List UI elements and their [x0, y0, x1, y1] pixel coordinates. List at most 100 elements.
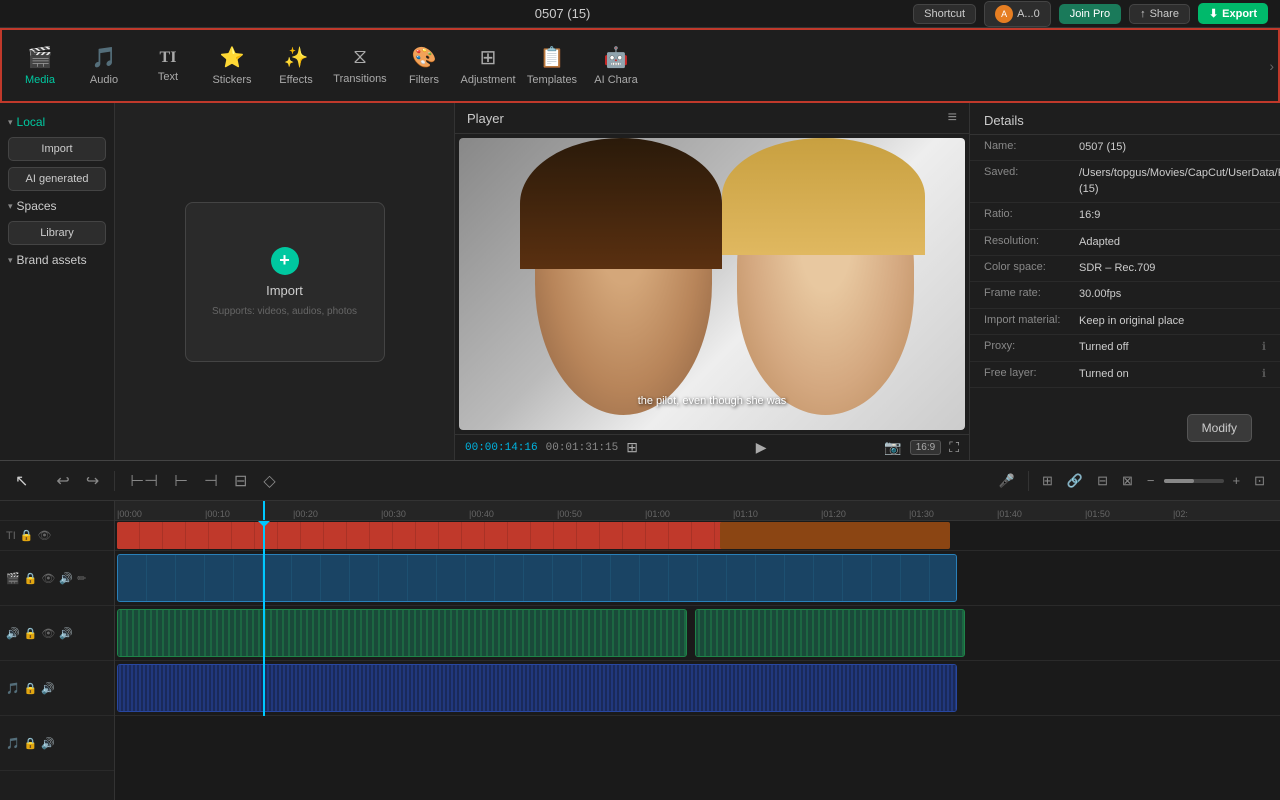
ruler-tick-9: |01:30 — [907, 501, 934, 521]
undo-button[interactable]: ↩ — [51, 468, 74, 494]
toolbar-item-audio[interactable]: 🎵 Audio — [74, 33, 134, 98]
timeline-main: TI 🔒 👁 🎬 🔒 👁 🔊 ✏ 🔊 🔒 👁 🔊 🎵 — [0, 501, 1280, 800]
video-edit-icon[interactable]: ✏ — [77, 572, 86, 585]
audio-track-2 — [115, 661, 1280, 716]
fullscreen-icon[interactable]: ⛶ — [949, 439, 959, 456]
trim-left-tool[interactable]: ⊢ — [169, 468, 193, 494]
zoom-slider[interactable] — [1164, 479, 1224, 483]
proxy-info-icon[interactable]: ℹ — [1262, 340, 1266, 353]
toolbar-item-effects[interactable]: ✨ Effects — [266, 33, 326, 98]
ruler-label-12: |02: — [1171, 509, 1188, 519]
play-button[interactable]: ▶ — [756, 439, 767, 456]
sidebar-item-local[interactable]: ▾ Local — [0, 111, 114, 133]
audio1-vol-icon[interactable]: 🔊 — [59, 627, 73, 640]
detail-label-ratio: Ratio: — [984, 208, 1079, 220]
text-eye-icon[interactable]: 👁 — [37, 529, 51, 542]
join-pro-button[interactable]: Join Pro — [1059, 4, 1121, 24]
player-menu-icon[interactable]: ≡ — [948, 109, 957, 127]
ungroup-tool[interactable]: ⊠ — [1117, 470, 1138, 492]
details-spacer — [970, 388, 1280, 406]
freelayer-info-icon[interactable]: ℹ — [1262, 367, 1266, 380]
ruler-tick-4: |00:40 — [467, 501, 494, 521]
audio-clip-2[interactable] — [117, 664, 957, 712]
toolbar-item-stickers[interactable]: ⭐ Stickers — [202, 33, 262, 98]
modify-btn-container: Modify — [970, 406, 1280, 460]
delete-tool[interactable]: ⊟ — [229, 468, 252, 494]
project-title: 0507 (15) — [535, 6, 591, 21]
ai-generated-button[interactable]: AI generated — [8, 167, 106, 191]
account-button[interactable]: A A...0 — [984, 1, 1051, 27]
timeline-toolbar: ↖ ↩ ↪ ⊢⊣ ⊢ ⊣ ⊟ ◇ 🎤 ⊞ 🔗 ⊟ ⊠ − + ⊡ — [0, 461, 1280, 501]
group-tool[interactable]: ⊟ — [1092, 470, 1113, 492]
audio2-vol-icon[interactable]: 🔊 — [41, 682, 55, 695]
magnetic-tool[interactable]: ⊞ — [1037, 470, 1058, 492]
ruler-label-4: |00:40 — [467, 509, 494, 519]
video-track — [115, 551, 1280, 606]
import-label: Import — [266, 283, 303, 298]
local-label: Local — [17, 115, 46, 129]
screenshot-icon[interactable]: 📷 — [884, 439, 901, 456]
audio1-eye-icon[interactable]: 👁 — [41, 627, 55, 640]
grid-view-icon[interactable]: ⊞ — [626, 439, 638, 456]
tracks-container — [115, 521, 1280, 716]
detail-row-proxy: Proxy: Turned off ℹ — [970, 335, 1280, 361]
trim-right-tool[interactable]: ⊣ — [199, 468, 223, 494]
toolbar-label-filters: Filters — [409, 74, 439, 86]
toolbar-item-filters[interactable]: 🎨 Filters — [394, 33, 454, 98]
link-tool[interactable]: 🔗 — [1062, 470, 1088, 492]
import-button[interactable]: Import — [8, 137, 106, 161]
timeline-content: |00:00 |00:10 |00:20 |00:30 |00:40 |00:5… — [115, 501, 1280, 800]
toolbar-scroll-arrow[interactable]: › — [1269, 58, 1274, 74]
import-area[interactable]: + Import Supports: videos, audios, photo… — [185, 202, 385, 362]
player-title: Player — [467, 111, 504, 126]
mic-button[interactable]: 🎤 — [994, 470, 1020, 492]
share-button[interactable]: ↑ Share — [1129, 4, 1190, 24]
toolbar-label-adjustment: Adjustment — [460, 74, 515, 86]
shortcut-button[interactable]: Shortcut — [913, 4, 976, 24]
toolbar: 🎬 Media 🎵 Audio TI Text ⭐ Stickers ✨ Eff… — [0, 28, 1280, 103]
audio2-lock-icon[interactable]: 🔒 — [24, 682, 38, 695]
redo-button[interactable]: ↪ — [81, 468, 104, 494]
detail-value-saved: /Users/topgus/Movies/CapCut/UserData/Pro… — [1079, 166, 1280, 197]
transitions-icon: ⧖ — [353, 46, 367, 69]
toolbar-sep1 — [114, 471, 115, 491]
detail-value-proxy: Turned off — [1079, 340, 1258, 355]
ruler-tick-12: |02: — [1171, 501, 1188, 521]
toolbar-item-templates[interactable]: 📋 Templates — [522, 33, 582, 98]
sidebar-item-brand-assets[interactable]: ▾ Brand assets — [0, 249, 114, 271]
audio3-lock-icon[interactable]: 🔒 — [24, 737, 38, 750]
zoom-out-btn[interactable]: − — [1142, 470, 1160, 491]
fit-timeline-btn[interactable]: ⊡ — [1249, 470, 1270, 492]
split-tool[interactable]: ⊢⊣ — [125, 468, 163, 494]
audio-clip-1b[interactable] — [695, 609, 965, 657]
text-clip-2[interactable] — [720, 522, 950, 549]
ruler-tick-0: |00:00 — [115, 501, 142, 521]
keyframe-tool[interactable]: ◇ — [258, 468, 280, 494]
sidebar-item-spaces[interactable]: ▾ Spaces — [0, 195, 114, 217]
audio3-vol-icon[interactable]: 🔊 — [41, 737, 55, 750]
ruler-tick-8: |01:20 — [819, 501, 846, 521]
toolbar-item-text[interactable]: TI Text — [138, 33, 198, 98]
video-clip-main[interactable] — [117, 554, 957, 602]
toolbar-item-transitions[interactable]: ⧖ Transitions — [330, 33, 390, 98]
audio2-track-icon: 🎵 — [6, 682, 20, 695]
audio1-track-icon: 🔊 — [6, 627, 20, 640]
ruler-label-5: |00:50 — [555, 509, 582, 519]
toolbar-item-adjustment[interactable]: ⊞ Adjustment — [458, 33, 518, 98]
audio1-lock-icon[interactable]: 🔒 — [24, 627, 38, 640]
toolbar-item-media[interactable]: 🎬 Media — [10, 33, 70, 98]
modify-button[interactable]: Modify — [1187, 414, 1252, 442]
audio-track2-gutter: 🎵 🔒 🔊 — [0, 661, 114, 716]
library-button[interactable]: Library — [8, 221, 106, 245]
video-eye-icon[interactable]: 👁 — [41, 572, 55, 585]
text-lock-icon[interactable]: 🔒 — [20, 529, 34, 542]
audio-clip-1a[interactable] — [117, 609, 687, 657]
video-audio-icon[interactable]: 🔊 — [59, 572, 73, 585]
export-button[interactable]: ⬇ Export — [1198, 3, 1268, 24]
avatar: A — [995, 5, 1013, 23]
ruler-label-7: |01:10 — [731, 509, 758, 519]
select-tool[interactable]: ↖ — [10, 468, 33, 494]
video-lock-icon[interactable]: 🔒 — [24, 572, 38, 585]
zoom-in-btn[interactable]: + — [1228, 470, 1246, 491]
toolbar-item-ai-chara[interactable]: 🤖 AI Chara — [586, 33, 646, 98]
